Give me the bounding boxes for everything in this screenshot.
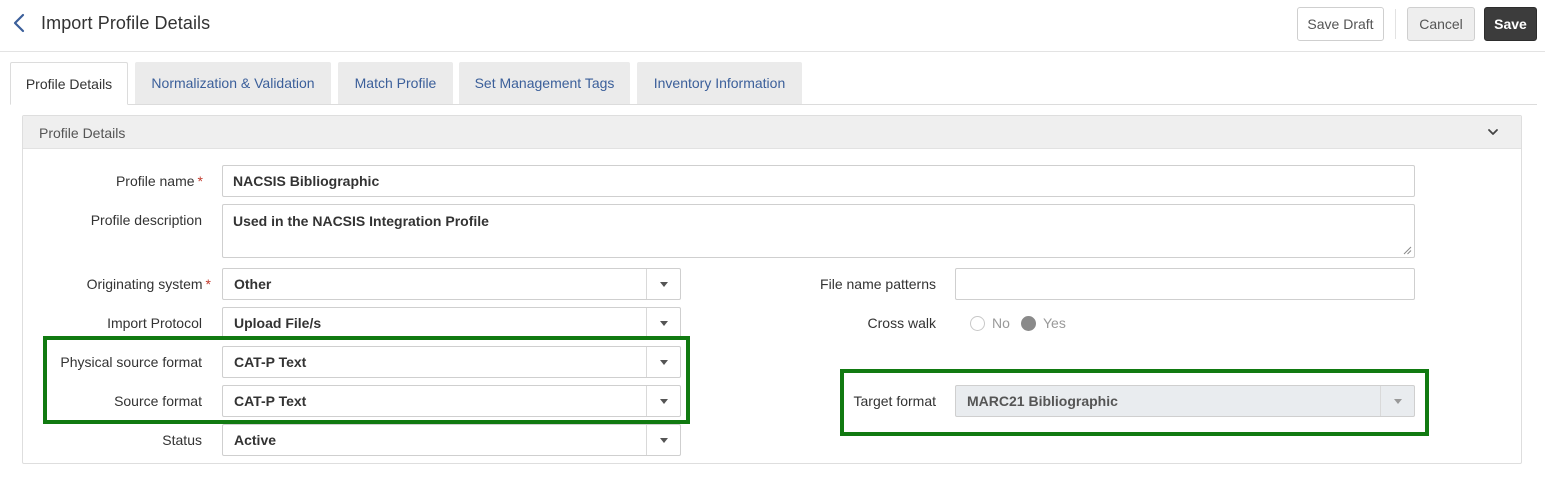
dropdown-toggle: [1380, 386, 1414, 416]
cross-walk-yes-label: Yes: [1043, 315, 1066, 331]
caret-down-icon: [659, 437, 668, 443]
target-format-value: MARC21 Bibliographic: [967, 393, 1118, 409]
profile-description-label: Profile description: [90, 212, 202, 228]
dropdown-toggle[interactable]: [646, 269, 680, 299]
profile-name-input[interactable]: NACSIS Bibliographic: [222, 165, 1415, 197]
source-format-select[interactable]: CAT-P Text: [222, 385, 681, 417]
target-format-label: Target format: [853, 393, 936, 409]
file-name-patterns-label: File name patterns: [820, 276, 936, 292]
tabs-divider: [10, 104, 1537, 105]
chevron-down-icon: [1488, 129, 1498, 135]
physical-source-format-label: Physical source format: [60, 354, 202, 370]
dropdown-toggle[interactable]: [646, 308, 680, 338]
panel-header: Profile Details: [23, 116, 1521, 149]
cross-walk-no-label: No: [992, 315, 1010, 331]
import-protocol-value: Upload File/s: [234, 315, 322, 331]
source-format-label: Source format: [114, 393, 202, 409]
originating-system-select[interactable]: Other: [222, 268, 681, 300]
dropdown-toggle[interactable]: [646, 386, 680, 416]
physical-source-format-value: CAT-P Text: [234, 354, 307, 370]
cross-walk-label: Cross walk: [867, 315, 936, 331]
status-value: Active: [234, 432, 277, 448]
file-name-patterns-input[interactable]: [955, 268, 1415, 300]
save-draft-button[interactable]: Save Draft: [1297, 7, 1384, 41]
profile-description-textarea[interactable]: Used in the NACSIS Integration Profile: [222, 204, 1415, 258]
caret-down-icon: [659, 320, 668, 326]
dropdown-toggle[interactable]: [646, 347, 680, 377]
collapse-button[interactable]: [1485, 124, 1501, 140]
caret-down-icon: [659, 281, 668, 287]
import-protocol-label: Import Protocol: [107, 315, 202, 331]
required-marker: *: [197, 173, 203, 189]
tab-profile-details[interactable]: Profile Details: [10, 62, 128, 105]
page-title: Import Profile Details: [41, 13, 211, 33]
dropdown-toggle[interactable]: [646, 425, 680, 455]
caret-down-icon: [659, 398, 668, 404]
import-protocol-select[interactable]: Upload File/s: [222, 307, 681, 339]
originating-system-label: Originating system *: [86, 276, 211, 292]
target-format-select: MARC21 Bibliographic: [955, 385, 1415, 417]
status-select[interactable]: Active: [222, 424, 681, 456]
cross-walk-yes-radio[interactable]: Yes: [1021, 315, 1066, 331]
cancel-button[interactable]: Cancel: [1407, 7, 1475, 41]
resize-grip-icon[interactable]: [1403, 246, 1412, 255]
header-divider: [1395, 9, 1396, 39]
caret-down-icon: [659, 359, 668, 365]
required-marker: *: [205, 276, 211, 292]
tab-set-management-tags[interactable]: Set Management Tags: [459, 62, 630, 104]
radio-checked-icon: [1021, 315, 1036, 331]
chevron-left-icon: [13, 13, 25, 33]
originating-system-value: Other: [234, 276, 272, 292]
tab-inventory-information[interactable]: Inventory Information: [637, 62, 802, 104]
profile-name-label: Profile name *: [115, 173, 203, 189]
source-format-value: CAT-P Text: [234, 393, 307, 409]
cross-walk-no-radio[interactable]: No: [970, 315, 1010, 331]
tab-normalization-validation[interactable]: Normalization & Validation: [135, 62, 331, 104]
page-header: Import Profile Details Save Draft Cancel…: [0, 0, 1545, 52]
back-button[interactable]: [8, 10, 30, 36]
tab-match-profile[interactable]: Match Profile: [338, 62, 453, 104]
caret-down-icon: [1393, 398, 1402, 404]
panel-title: Profile Details: [39, 125, 126, 141]
save-button[interactable]: Save: [1484, 7, 1537, 41]
radio-unchecked-icon: [970, 315, 985, 331]
profile-description-value: Used in the NACSIS Integration Profile: [233, 213, 489, 229]
status-label: Status: [162, 432, 202, 448]
physical-source-format-select[interactable]: CAT-P Text: [222, 346, 681, 378]
